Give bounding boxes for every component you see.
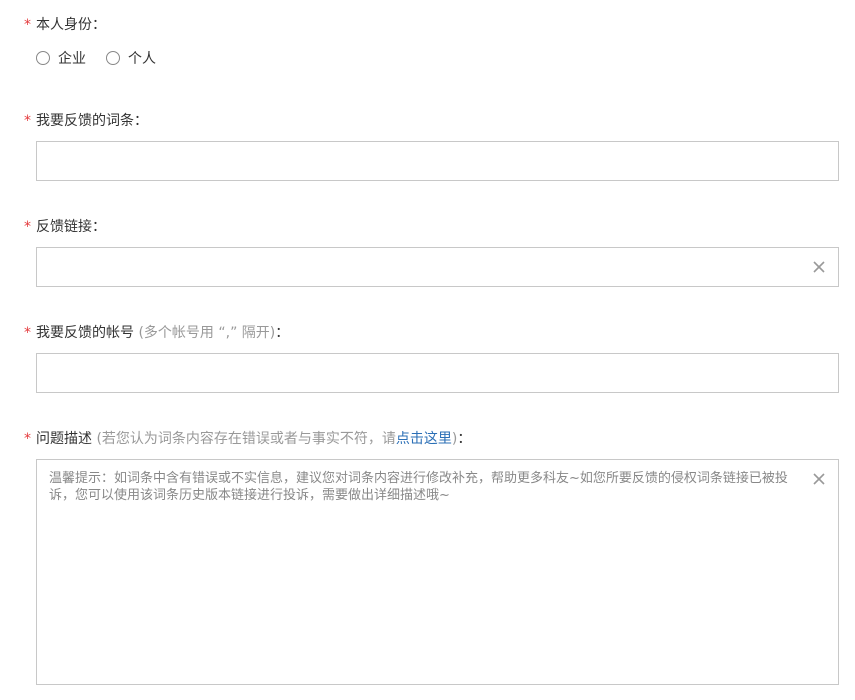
account-input[interactable] [37,354,801,392]
required-mark: * [24,17,31,33]
required-mark: * [24,113,31,129]
radio-circle-icon[interactable] [106,51,120,65]
identity-radio-group: 企业 个人 [36,48,176,68]
link-input-box[interactable] [36,247,839,287]
click-here-link[interactable]: 点击这里 [396,431,452,447]
account-colon: ： [275,325,290,341]
account-input-box[interactable] [36,353,839,393]
account-label: 我要反馈的帐号 [36,325,134,341]
description-label-row: * 问题描述 (若您认为词条内容存在错误或者与事实不符，请点击这里)： [24,429,471,449]
entry-input[interactable] [37,142,801,180]
entry-label: 我要反馈的词条： [36,113,148,129]
radio-enterprise[interactable]: 企业 [36,48,86,68]
radio-individual-label[interactable]: 个人 [128,48,156,68]
link-label: 反馈链接： [36,219,106,235]
required-mark: * [24,219,31,235]
description-textarea[interactable] [49,470,805,670]
identity-label: 本人身份： [36,17,106,33]
account-label-row: * 我要反馈的帐号 (多个帐号用 “,” 隔开)： [24,323,289,343]
radio-individual[interactable]: 个人 [106,48,156,68]
close-icon[interactable] [810,470,828,488]
close-icon[interactable] [810,258,828,276]
required-mark: * [24,325,31,341]
required-mark: * [24,431,31,447]
description-hint-prefix: (若您认为词条内容存在错误或者与事实不符，请 [96,431,396,447]
radio-enterprise-label[interactable]: 企业 [58,48,86,68]
link-input[interactable] [37,248,801,286]
description-label: 问题描述 [36,431,92,447]
identity-label-row: * 本人身份： [24,15,106,35]
radio-circle-icon[interactable] [36,51,50,65]
account-hint: (多个帐号用 “,” 隔开) [138,325,276,341]
entry-label-row: * 我要反馈的词条： [24,111,148,131]
description-textarea-box[interactable] [36,459,839,685]
entry-input-box[interactable] [36,141,839,181]
link-label-row: * 反馈链接： [24,217,106,237]
description-colon: ： [457,431,472,447]
